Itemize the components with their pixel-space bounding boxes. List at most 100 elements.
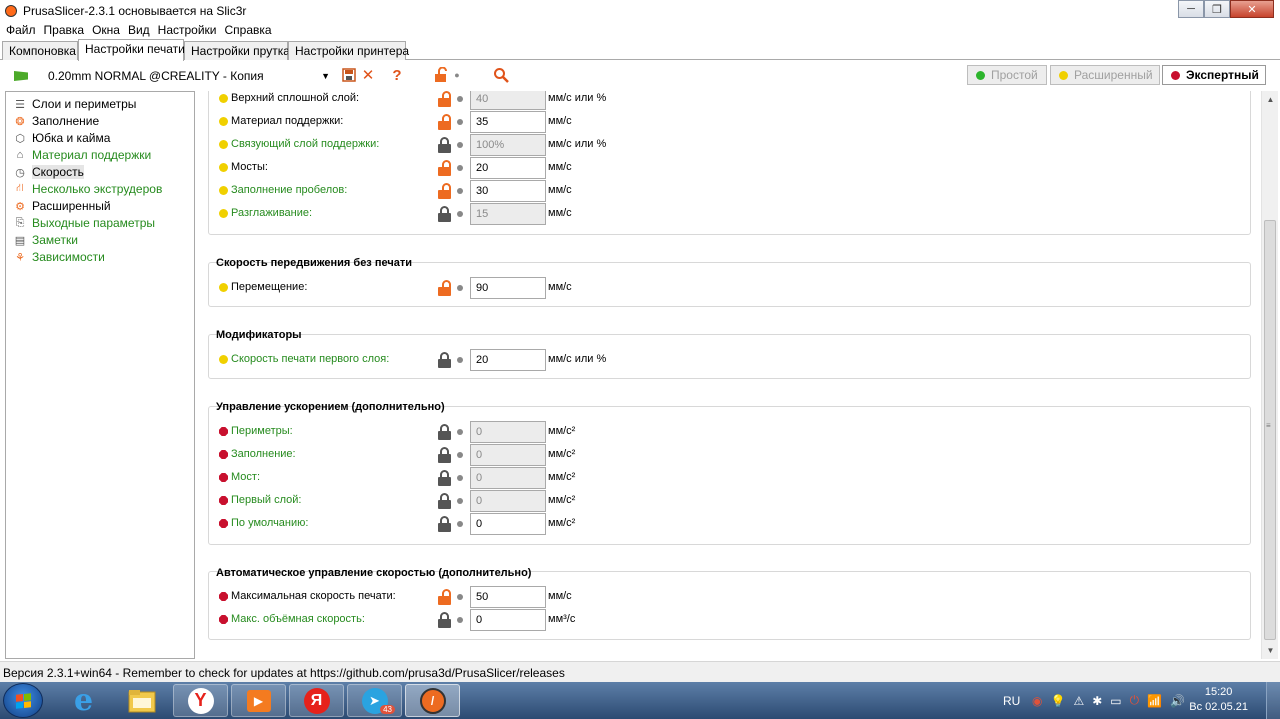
internet-explorer-icon[interactable]: e <box>56 683 111 718</box>
system-value-dot-icon[interactable] <box>457 429 463 435</box>
help-icon[interactable]: ? <box>388 66 406 84</box>
setting-value-field[interactable]: 0 <box>470 513 546 535</box>
lock-open-icon[interactable] <box>438 91 452 107</box>
system-value-dot-icon[interactable] <box>457 211 463 217</box>
sidebar-item-output-options[interactable]: ⎘ Выходные параметры <box>14 215 155 231</box>
lock-closed-icon[interactable] <box>438 516 452 532</box>
menu-edit[interactable]: Правка <box>44 23 85 37</box>
power-icon[interactable]: ⏻ <box>1130 693 1140 708</box>
system-value-dot-icon[interactable] <box>457 142 463 148</box>
setting-value-field[interactable]: 20 <box>470 157 546 179</box>
yandex-browser-icon[interactable]: Y <box>173 684 228 717</box>
show-desktop-button[interactable] <box>1266 682 1280 719</box>
save-preset-icon[interactable] <box>340 66 358 84</box>
dot-legend-icon[interactable]: ● <box>448 66 466 84</box>
sidebar-item-support[interactable]: ⌂ Материал поддержки <box>14 147 152 163</box>
system-value-dot-icon[interactable] <box>457 357 463 363</box>
network-status-icon[interactable]: ⚠ <box>1073 694 1084 708</box>
system-value-dot-icon[interactable] <box>457 617 463 623</box>
lock-open-icon[interactable] <box>438 183 452 199</box>
mode-advanced-button[interactable]: Расширенный <box>1050 65 1160 85</box>
tab-printer-settings[interactable]: Настройки принтера <box>288 41 409 60</box>
lock-open-icon[interactable] <box>438 280 452 296</box>
sidebar-item-infill[interactable]: ❂ Заполнение <box>14 113 99 129</box>
setting-value-field[interactable]: 100% <box>470 134 546 156</box>
usb-device-icon[interactable]: ▭ <box>1110 694 1121 708</box>
system-value-dot-icon[interactable] <box>457 498 463 504</box>
setting-value-field[interactable]: 35 <box>470 111 546 133</box>
menu-view[interactable]: Вид <box>128 23 150 37</box>
lock-closed-icon[interactable] <box>438 493 452 509</box>
scroll-down-arrow-icon[interactable]: ▼ <box>1262 642 1279 659</box>
lock-closed-icon[interactable] <box>438 352 452 368</box>
prusaslicer-taskbar-icon[interactable]: / <box>405 684 460 717</box>
setting-value-field[interactable]: 0 <box>470 490 546 512</box>
lock-closed-icon[interactable] <box>438 206 452 222</box>
sidebar-item-speed[interactable]: ◷ Скорость <box>14 164 84 180</box>
search-icon[interactable] <box>492 66 510 84</box>
system-value-dot-icon[interactable] <box>457 96 463 102</box>
setting-value-field[interactable]: 0 <box>470 444 546 466</box>
lock-open-icon[interactable] <box>438 114 452 130</box>
scroll-up-arrow-icon[interactable]: ▲ <box>1262 91 1279 108</box>
system-value-dot-icon[interactable] <box>457 594 463 600</box>
mode-simple-button[interactable]: Простой <box>967 65 1047 85</box>
setting-value-field[interactable]: 0 <box>470 609 546 631</box>
system-value-dot-icon[interactable] <box>457 188 463 194</box>
system-value-dot-icon[interactable] <box>457 452 463 458</box>
delete-preset-icon[interactable]: ✕ <box>359 66 377 84</box>
bluetooth-icon[interactable]: ✱ <box>1092 694 1102 708</box>
sidebar-item-advanced[interactable]: ⚙ Расширенный <box>14 198 110 214</box>
tab-filament-settings[interactable]: Настройки прутка <box>184 41 290 60</box>
setting-value-field[interactable]: 0 <box>470 467 546 489</box>
language-indicator[interactable]: RU <box>1003 682 1020 719</box>
minimize-button[interactable]: ─ <box>1178 0 1204 18</box>
lock-closed-icon[interactable] <box>438 424 452 440</box>
clock[interactable]: 15:20 Вс 02.05.21 <box>1189 685 1248 715</box>
sidebar-item-notes[interactable]: ▤ Заметки <box>14 232 78 248</box>
volume-icon[interactable]: 🔊 <box>1170 694 1185 708</box>
sidebar-item-skirt-brim[interactable]: ⬡ Юбка и кайма <box>14 130 110 146</box>
close-button[interactable]: ✕ <box>1230 0 1274 18</box>
system-value-dot-icon[interactable] <box>457 119 463 125</box>
lightbulb-icon[interactable]: 💡 <box>1050 694 1065 708</box>
lock-closed-icon[interactable] <box>438 470 452 486</box>
signal-icon[interactable]: 📶 <box>1147 694 1162 708</box>
sidebar-item-layers[interactable]: ☰ Слои и периметры <box>14 96 136 112</box>
tab-print-settings[interactable]: Настройки печати <box>78 39 185 61</box>
sidebar-item-dependencies[interactable]: ⚘ Зависимости <box>14 249 105 265</box>
mode-expert-button[interactable]: Экспертный <box>1162 65 1266 85</box>
antivirus-icon[interactable]: ◉ <box>1032 694 1042 708</box>
lock-open-icon[interactable] <box>438 160 452 176</box>
system-value-dot-icon[interactable] <box>457 285 463 291</box>
system-value-dot-icon[interactable] <box>457 475 463 481</box>
sidebar-item-multiple-extruders[interactable]: ⛙ Несколько экструдеров <box>14 181 162 197</box>
setting-value-field[interactable]: 90 <box>470 277 546 299</box>
menu-help[interactable]: Справка <box>225 23 272 37</box>
lock-closed-icon[interactable] <box>438 612 452 628</box>
yandex-icon[interactable]: Я <box>289 684 344 717</box>
setting-value-field[interactable]: 0 <box>470 421 546 443</box>
restore-button[interactable]: ❐ <box>1204 0 1230 18</box>
setting-value-field[interactable]: 50 <box>470 586 546 608</box>
tab-plater[interactable]: Компоновка <box>2 41 78 60</box>
file-explorer-icon[interactable] <box>114 684 169 717</box>
setting-value-field[interactable]: 30 <box>470 180 546 202</box>
preset-combobox[interactable]: 0.20mm NORMAL @CREALITY - Копия ▼ <box>8 66 334 86</box>
lock-closed-icon[interactable] <box>438 137 452 153</box>
start-button[interactable] <box>3 683 43 718</box>
setting-value-field[interactable]: 20 <box>470 349 546 371</box>
vertical-scrollbar[interactable]: ▲ ≡ ▼ <box>1261 91 1278 659</box>
menu-file[interactable]: Файл <box>6 23 36 37</box>
setting-value-field[interactable]: 15 <box>470 203 546 225</box>
menu-configuration[interactable]: Настройки <box>158 23 217 37</box>
menu-window[interactable]: Окна <box>92 23 120 37</box>
telegram-icon[interactable]: ➤ 43 <box>347 684 402 717</box>
system-value-dot-icon[interactable] <box>457 521 463 527</box>
video-player-icon[interactable]: ▶ <box>231 684 286 717</box>
lock-open-icon[interactable] <box>438 589 452 605</box>
lock-closed-icon[interactable] <box>438 447 452 463</box>
system-value-dot-icon[interactable] <box>457 165 463 171</box>
setting-value-field[interactable]: 40 <box>470 91 546 110</box>
scrollbar-thumb[interactable] <box>1264 220 1276 640</box>
